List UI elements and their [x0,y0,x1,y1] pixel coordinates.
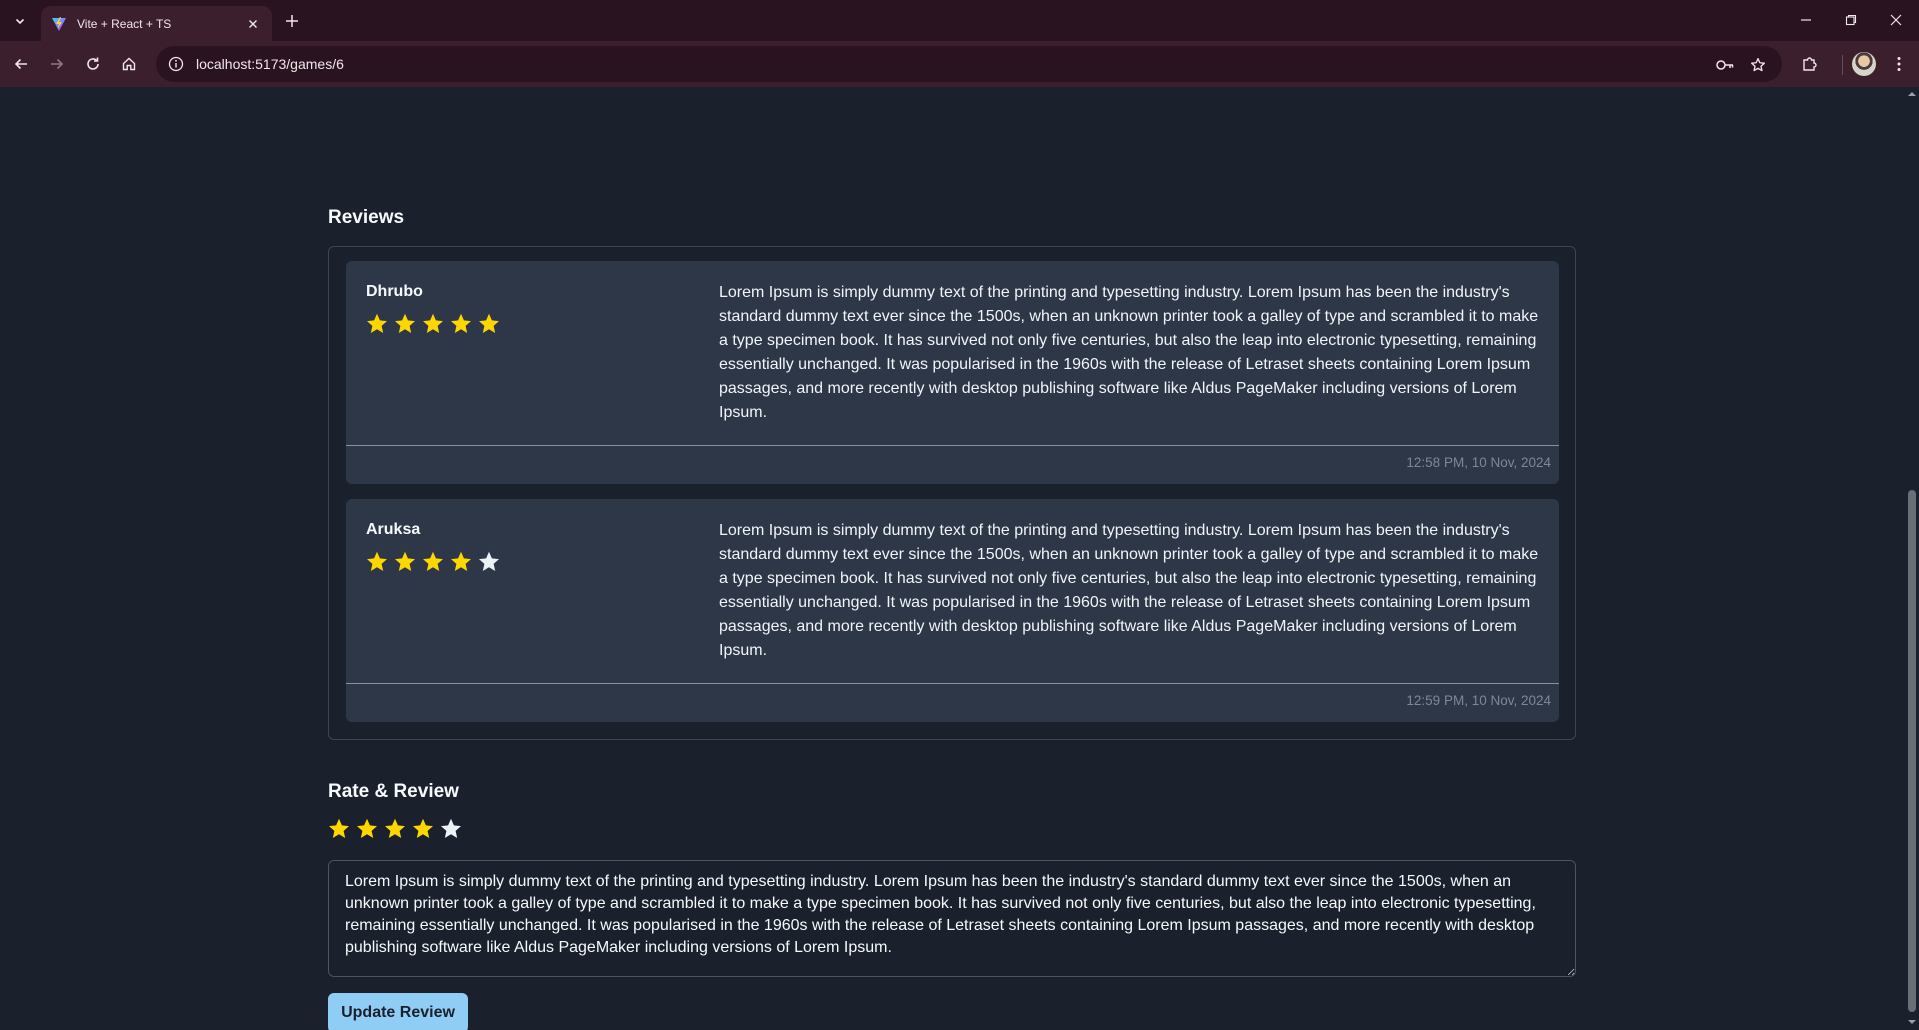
restore-icon [1845,14,1857,26]
star-filled-icon[interactable] [411,817,435,841]
tab-search-button[interactable] [8,9,32,33]
minimize-icon [1801,19,1811,21]
star-filled-icon [367,313,387,333]
browser-chrome: Vite + React + TS localhost:5173/games/6 [0,0,1919,87]
review-body: Lorem Ipsum is simply dummy text of the … [719,284,1539,421]
browser-toolbar: localhost:5173/games/6 [0,41,1919,87]
star-filled-icon [423,551,443,571]
review-divider [346,445,1559,446]
bookmark-star-icon[interactable] [1748,55,1768,75]
kebab-menu-icon [1897,57,1901,71]
reviews-heading: Reviews [328,207,405,228]
puzzle-icon [1803,57,1817,71]
extensions-button[interactable] [1795,49,1825,79]
scroll-down-arrow-icon[interactable] [1908,1018,1916,1026]
restore-button[interactable] [1831,6,1871,34]
tab-strip: Vite + React + TS [0,0,1919,41]
key-icon[interactable] [1715,55,1735,75]
rate-review-heading: Rate & Review [328,781,459,802]
scroll-up-arrow-icon[interactable] [1908,90,1916,98]
tab-title: Vite + React + TS [77,16,172,31]
review-rating [365,550,501,574]
reviews-list: Dhrubo Lorem Ipsum is simply dummy text … [328,246,1576,740]
vite-logo-icon [52,16,66,31]
url-text[interactable]: localhost:5173/games/6 [196,56,344,72]
star-filled-icon [479,313,499,333]
review-author: Aruksa [366,521,421,538]
reload-icon [87,57,99,70]
review-author: Dhrubo [366,283,423,300]
arrow-left-icon [14,58,27,70]
home-icon [122,57,136,71]
page-scrollbar[interactable] [1905,87,1919,1030]
star-empty-icon[interactable] [439,817,463,841]
star-filled-icon [395,313,415,333]
close-icon [1890,14,1902,26]
star-filled-icon [395,551,415,571]
forward-button[interactable] [42,49,72,79]
close-tab-icon[interactable] [244,15,262,33]
plus-icon [286,15,298,27]
home-button[interactable] [114,49,144,79]
review-card: Dhrubo Lorem Ipsum is simply dummy text … [346,261,1559,484]
close-window-button[interactable] [1876,6,1916,34]
review-body: Lorem Ipsum is simply dummy text of the … [719,522,1539,659]
review-textarea[interactable]: Lorem Ipsum is simply dummy text of the … [328,860,1576,977]
review-timestamp: 12:59 PM, 10 Nov, 2024 [1406,693,1551,708]
browser-tab-active[interactable]: Vite + React + TS [41,6,272,41]
chevron-down-icon [15,18,25,25]
star-filled-icon [451,551,471,571]
star-empty-icon [479,551,499,571]
star-filled-icon [367,551,387,571]
star-filled-icon[interactable] [327,817,351,841]
update-review-button[interactable]: Update Review [328,993,468,1030]
page-viewport: Reviews Dhrubo Lorem Ipsum is simply dum… [0,87,1905,1030]
arrow-right-icon [51,58,64,70]
star-filled-icon [423,313,443,333]
reload-button[interactable] [78,49,108,79]
browser-menu-button[interactable] [1884,49,1914,79]
star-filled-icon [451,313,471,333]
info-icon[interactable] [168,56,184,72]
scrollbar-thumb[interactable] [1908,490,1916,1012]
rating-input [327,817,463,841]
profile-avatar[interactable] [1852,52,1876,76]
back-button[interactable] [6,49,36,79]
toolbar-separator [1842,55,1843,75]
review-card: Aruksa Lorem Ipsum is simply dummy text … [346,499,1559,722]
star-filled-icon[interactable] [355,817,379,841]
review-timestamp: 12:58 PM, 10 Nov, 2024 [1406,455,1551,470]
star-filled-icon[interactable] [383,817,407,841]
review-divider [346,683,1559,684]
new-tab-button[interactable] [280,9,304,33]
review-rating [365,312,501,336]
address-bar[interactable]: localhost:5173/games/6 [156,46,1782,82]
minimize-button[interactable] [1786,6,1826,34]
